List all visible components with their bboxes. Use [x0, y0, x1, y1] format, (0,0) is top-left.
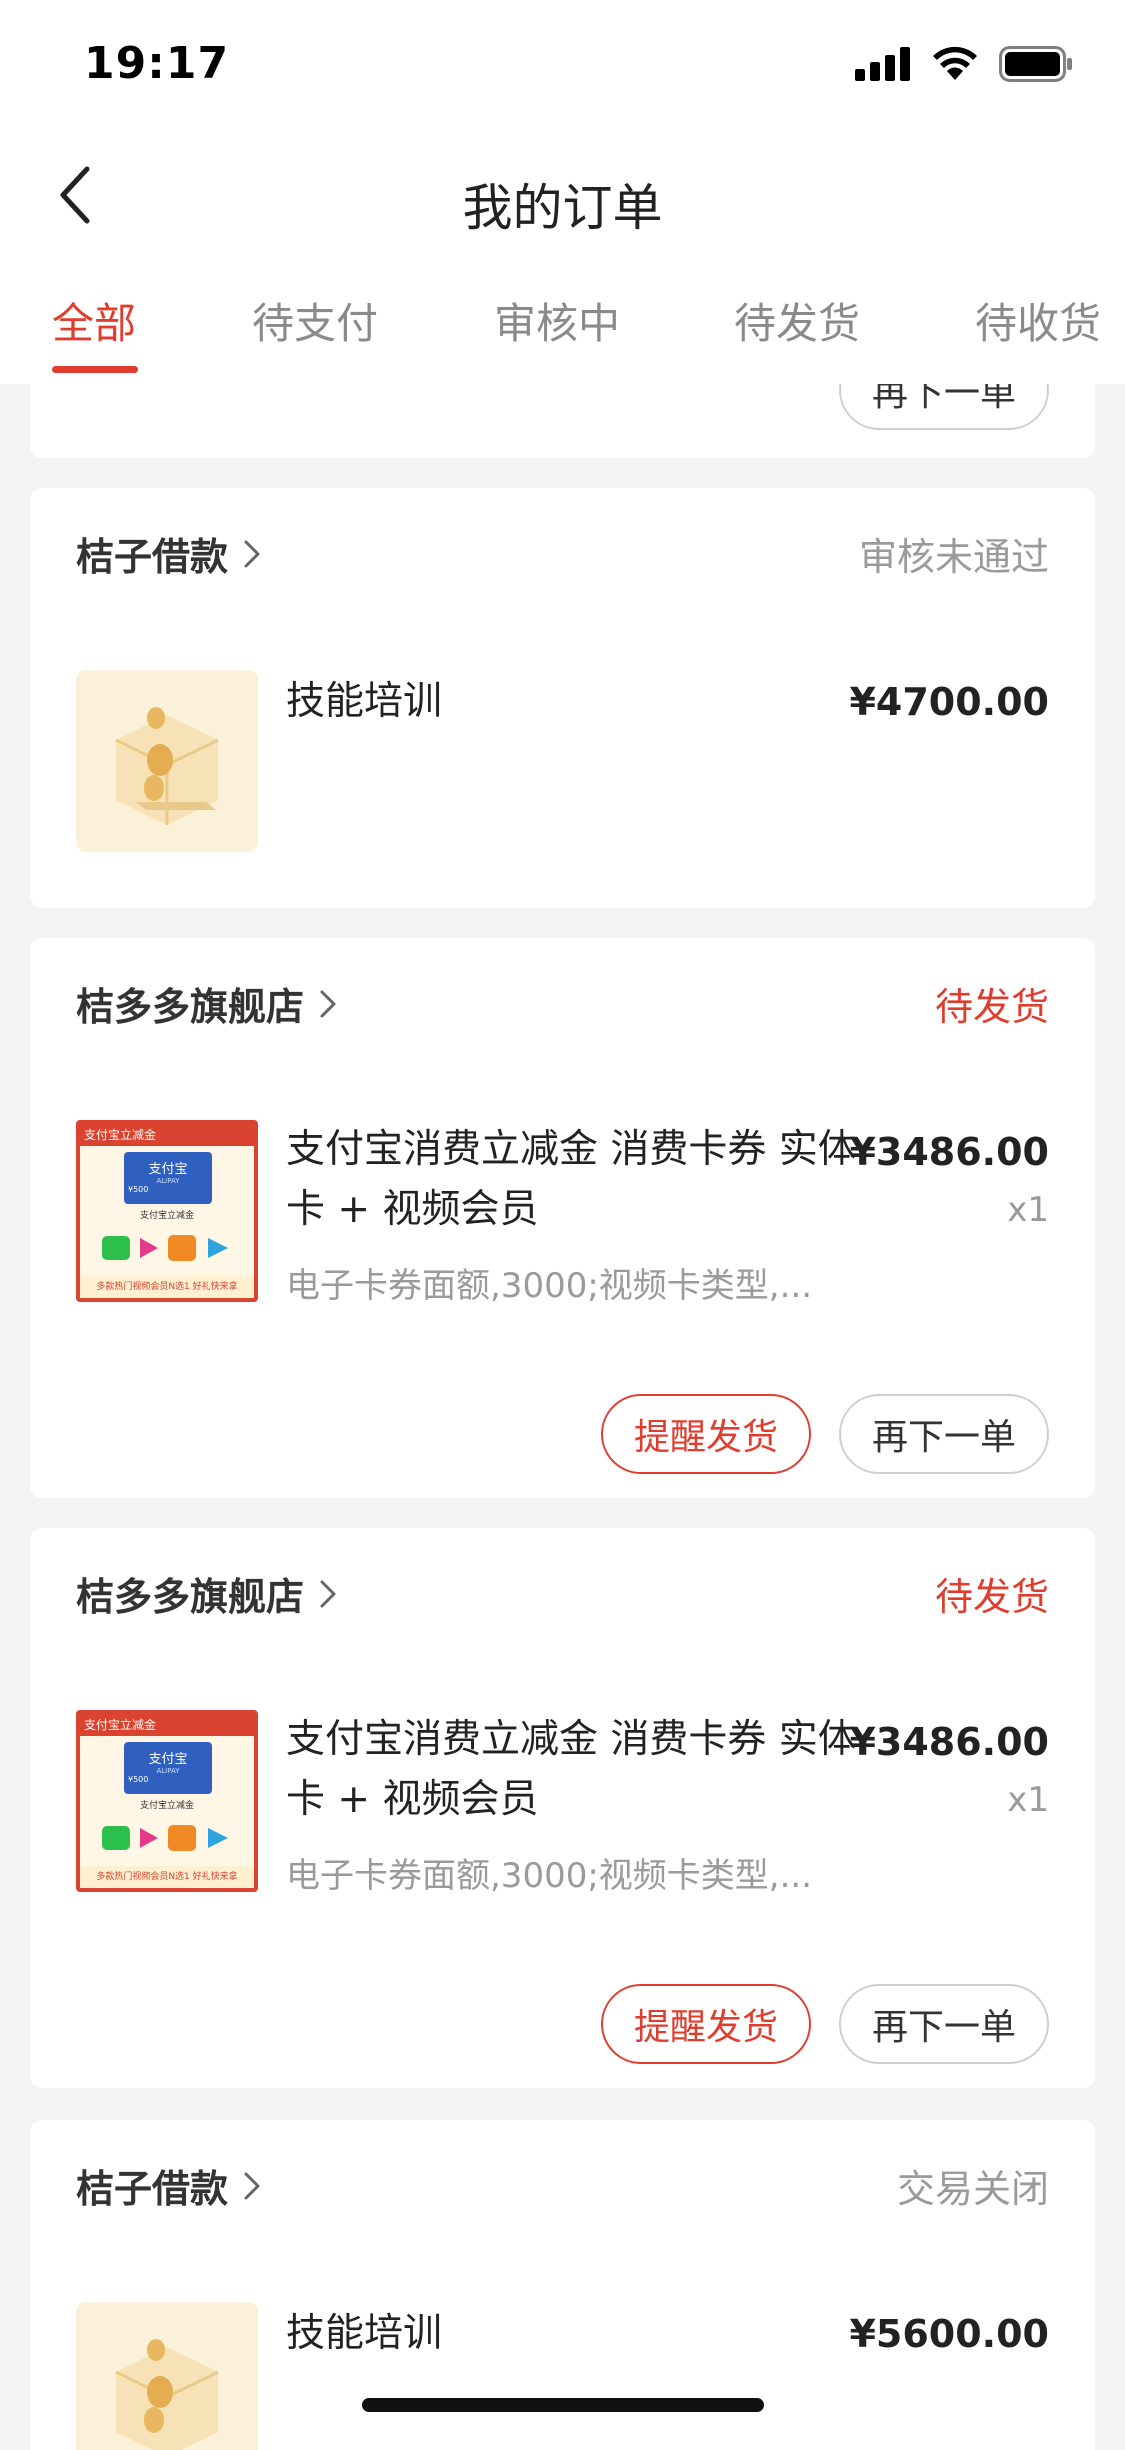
shop-label: 桔多多旗舰店: [76, 985, 305, 1029]
product-name[interactable]: 支付宝消费立减金 消费卡券 实体卡 + 视频会员: [286, 1710, 866, 1830]
chevron-right-icon: [318, 1578, 338, 1610]
product-spec: 电子卡券面额,3000;视频卡类型,...: [286, 1266, 813, 1306]
product-quantity: x1: [1007, 1780, 1049, 1820]
shop-label: 桔多多旗舰店: [76, 1575, 305, 1619]
alipay-sub-text: ALIPAY: [156, 1767, 180, 1775]
order-card[interactable]: 桔多多旗舰店 待发货 支付宝立减金 支付宝 ALIPAY ¥500 支付宝立减金…: [30, 938, 1095, 1498]
order-status: 交易关闭: [896, 2167, 1049, 2211]
chevron-right-icon: [318, 988, 338, 1020]
order-card[interactable]: 桔多多旗舰店 待发货 支付宝立减金 支付宝 ALIPAY ¥500 支付宝立减金…: [30, 1528, 1095, 2088]
product-name[interactable]: 技能培训: [286, 672, 866, 732]
product-image[interactable]: [76, 2302, 258, 2450]
product-quantity: x1: [1007, 1190, 1049, 1230]
battery-icon: [999, 46, 1072, 82]
card-amount: ¥500: [128, 1775, 149, 1784]
alipay-logo-text: 支付宝: [148, 1752, 188, 1767]
order-tabs: 全部 待支付 审核中 待发货 待收货: [0, 260, 1125, 384]
card-label: 支付宝立减金: [139, 1211, 194, 1221]
coin-box-icon: [76, 670, 258, 852]
thumb-footer: 多款热门视频会员N选1 好礼快来拿: [80, 1866, 254, 1888]
nav-bar: 我的订单: [0, 130, 1125, 260]
page-title: 我的订单: [462, 179, 663, 237]
card-label: 支付宝立减金: [139, 1801, 194, 1811]
signal-icon: [855, 47, 910, 81]
alipay-card: 支付宝 ALIPAY ¥500: [124, 1742, 212, 1794]
status-bar: 19:17: [0, 0, 1125, 130]
alipay-card: 支付宝 ALIPAY ¥500: [124, 1152, 212, 1204]
status-time: 19:17: [84, 38, 230, 89]
alipay-sub-text: ALIPAY: [156, 1177, 180, 1185]
video-apps-icon: [102, 1825, 228, 1851]
home-indicator[interactable]: [362, 2398, 764, 2412]
order-status: 审核未通过: [858, 535, 1049, 579]
thumb-banner: 支付宝立减金: [80, 1714, 254, 1736]
chevron-right-icon: [242, 2170, 262, 2202]
thumb-banner: 支付宝立减金: [80, 1124, 254, 1146]
shop-name[interactable]: 桔子借款: [76, 2158, 262, 2213]
product-image[interactable]: 支付宝立减金 支付宝 ALIPAY ¥500 支付宝立减金 多款热门视频会员N选…: [76, 1710, 258, 1892]
shop-name[interactable]: 桔多多旗舰店: [76, 1566, 338, 1621]
remind-shipment-button[interactable]: 提醒发货: [601, 1984, 811, 2064]
reorder-button[interactable]: 再下一单: [839, 1984, 1049, 2064]
order-status: 待发货: [934, 1575, 1049, 1619]
reorder-button[interactable]: 再下一单: [839, 1394, 1049, 1474]
tab-under-review[interactable]: 审核中: [494, 290, 620, 351]
tab-pending-shipment[interactable]: 待发货: [734, 290, 860, 351]
tab-pending-receipt[interactable]: 待收货: [975, 290, 1101, 351]
order-card[interactable]: 桔子借款 审核未通过 技能培训 ¥4700.00: [30, 488, 1095, 908]
product-price: ¥5600.00: [849, 2312, 1049, 2356]
active-tab-indicator: [52, 366, 138, 373]
coin-box-icon: [76, 2302, 258, 2450]
status-icons: [855, 46, 1073, 82]
product-spec: 电子卡券面额,3000;视频卡类型,...: [286, 1856, 813, 1896]
product-price: ¥3486.00: [849, 1130, 1049, 1174]
shop-name[interactable]: 桔多多旗舰店: [76, 976, 338, 1031]
tab-all[interactable]: 全部: [52, 290, 136, 351]
shop-label: 桔子借款: [76, 2167, 229, 2211]
wifi-icon: [933, 46, 977, 80]
product-name[interactable]: 支付宝消费立减金 消费卡券 实体卡 + 视频会员: [286, 1120, 866, 1240]
product-image[interactable]: [76, 670, 258, 852]
thumb-footer: 多款热门视频会员N选1 好礼快来拿: [80, 1276, 254, 1298]
product-price: ¥3486.00: [849, 1720, 1049, 1764]
alipay-logo-text: 支付宝: [148, 1162, 188, 1177]
tab-pending-payment[interactable]: 待支付: [252, 290, 378, 351]
card-amount: ¥500: [128, 1185, 149, 1194]
shop-name[interactable]: 桔子借款: [76, 526, 262, 581]
product-price: ¥4700.00: [849, 680, 1049, 724]
remind-shipment-button[interactable]: 提醒发货: [601, 1394, 811, 1474]
chevron-right-icon: [242, 538, 262, 570]
order-status: 待发货: [934, 985, 1049, 1029]
product-image[interactable]: 支付宝立减金 支付宝 ALIPAY ¥500 支付宝立减金 多款热门视频会员N选…: [76, 1120, 258, 1302]
video-apps-icon: [102, 1235, 228, 1261]
product-name[interactable]: 技能培训: [286, 2304, 866, 2364]
shop-label: 桔子借款: [76, 535, 229, 579]
